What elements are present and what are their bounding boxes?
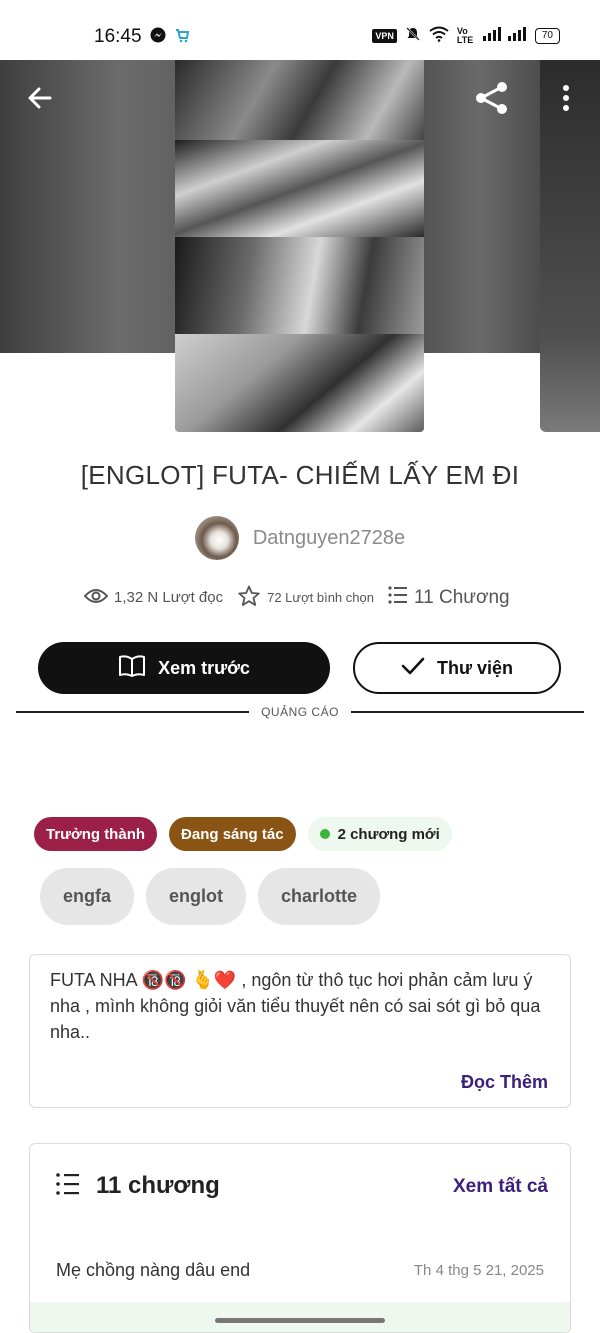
description-box: FUTA NHA 🔞🔞 🫰❤️ , ngôn từ thô tục hơi ph… [29,954,571,1108]
tag-engfa[interactable]: engfa [40,868,135,925]
signal-icon [482,27,527,44]
volte-label: Vo LTE [456,25,474,45]
mature-badge: Trưởng thành [34,817,158,851]
new-chapters-badge: 2 chương mới [307,817,452,851]
back-arrow-icon [26,84,54,117]
chapters-count: 11 Chương [413,586,510,608]
preview-button[interactable]: Xem trước [38,642,330,694]
story-stats: 1,32 N Lượt đọc 72 Lượt bình chọn 11 Chư… [83,585,524,610]
status-left-icons [150,27,190,48]
more-vertical-icon [562,84,570,116]
preview-label: Xem trước [158,657,250,678]
open-book-icon [118,654,146,683]
messenger-icon [150,27,166,48]
reads-stat: 1,32 N Lượt đọc [83,587,224,609]
read-more-link[interactable]: Đọc Thêm [461,1072,548,1093]
chapters-header: 11 chương [56,1172,220,1200]
eye-icon [83,587,109,609]
shop-icon [174,27,190,48]
chapter-item[interactable]: Mẹ chồng nàng dâu end Th 4 thg 5 21, 202… [30,1240,570,1300]
ad-label: QUẢNG CÁO [261,705,339,719]
author-name[interactable]: Datnguyen2728e [253,527,405,550]
description-text: FUTA NHA 🔞🔞 🫰❤️ , ngôn từ thô tục hơi ph… [50,970,541,1042]
votes-count: 72 Lượt bình chọn [267,590,374,605]
ongoing-badge: Đang sáng tác [169,817,296,851]
mute-icon [405,26,421,45]
status-bar: 16:45 VPN Vo LTE 70 [0,0,600,60]
chapters-title: 11 chương [96,1172,220,1199]
cover-panel [175,60,424,140]
divider-line [16,711,250,713]
divider-line [350,711,584,713]
tag-list: engfa englot charlotte [40,868,381,925]
back-button[interactable] [20,80,60,120]
chapter-date: Th 4 thg 5 21, 2025 [413,1261,544,1279]
battery-indicator: 70 [534,27,560,44]
tag-charlotte[interactable]: charlotte [258,868,381,925]
story-title: [ENGLOT] FUTA- CHIẾM LẤY EM ĐI [80,460,520,490]
author-avatar[interactable] [194,516,239,560]
cover-panel [175,334,424,432]
list-icon [388,585,408,610]
list-icon [56,1172,80,1200]
library-button[interactable]: Thư viện [353,642,561,694]
cover-panel [175,140,424,237]
see-all-link[interactable]: Xem tất cả [453,1176,548,1198]
library-label: Thư viện [436,657,514,678]
new-dot-icon [319,829,330,839]
check-icon [401,656,425,681]
status-time: 16:45 [94,26,142,47]
more-options-button[interactable] [546,80,586,120]
votes-stat: 72 Lượt bình chọn [237,585,374,610]
new-chapters-label: 2 chương mới [337,825,440,843]
reads-count: 1,32 N Lượt đọc [114,589,224,606]
chapters-section: 11 chương Xem tất cả Mẹ chồng nàng dâu e… [29,1143,571,1333]
cover-header [0,60,600,432]
home-indicator[interactable] [215,1318,385,1323]
story-cover-image[interactable] [175,60,424,432]
ad-divider: QUẢNG CÁO [16,703,584,721]
wifi-icon [429,26,449,45]
vpn-badge: VPN [372,28,397,43]
status-right-icons: VPN Vo LTE 70 [372,26,560,45]
status-badges: Trưởng thành Đang sáng tác 2 chương mới [34,817,452,851]
chapters-stat: 11 Chương [388,585,510,610]
chapter-name: Mẹ chồng nàng dâu end [56,1259,251,1280]
cover-panel [175,237,424,334]
author-row[interactable]: Datnguyen2728e [0,516,600,560]
share-icon [473,79,511,122]
tag-englot[interactable]: englot [146,868,247,925]
star-icon [237,585,261,610]
share-button[interactable] [472,80,512,120]
